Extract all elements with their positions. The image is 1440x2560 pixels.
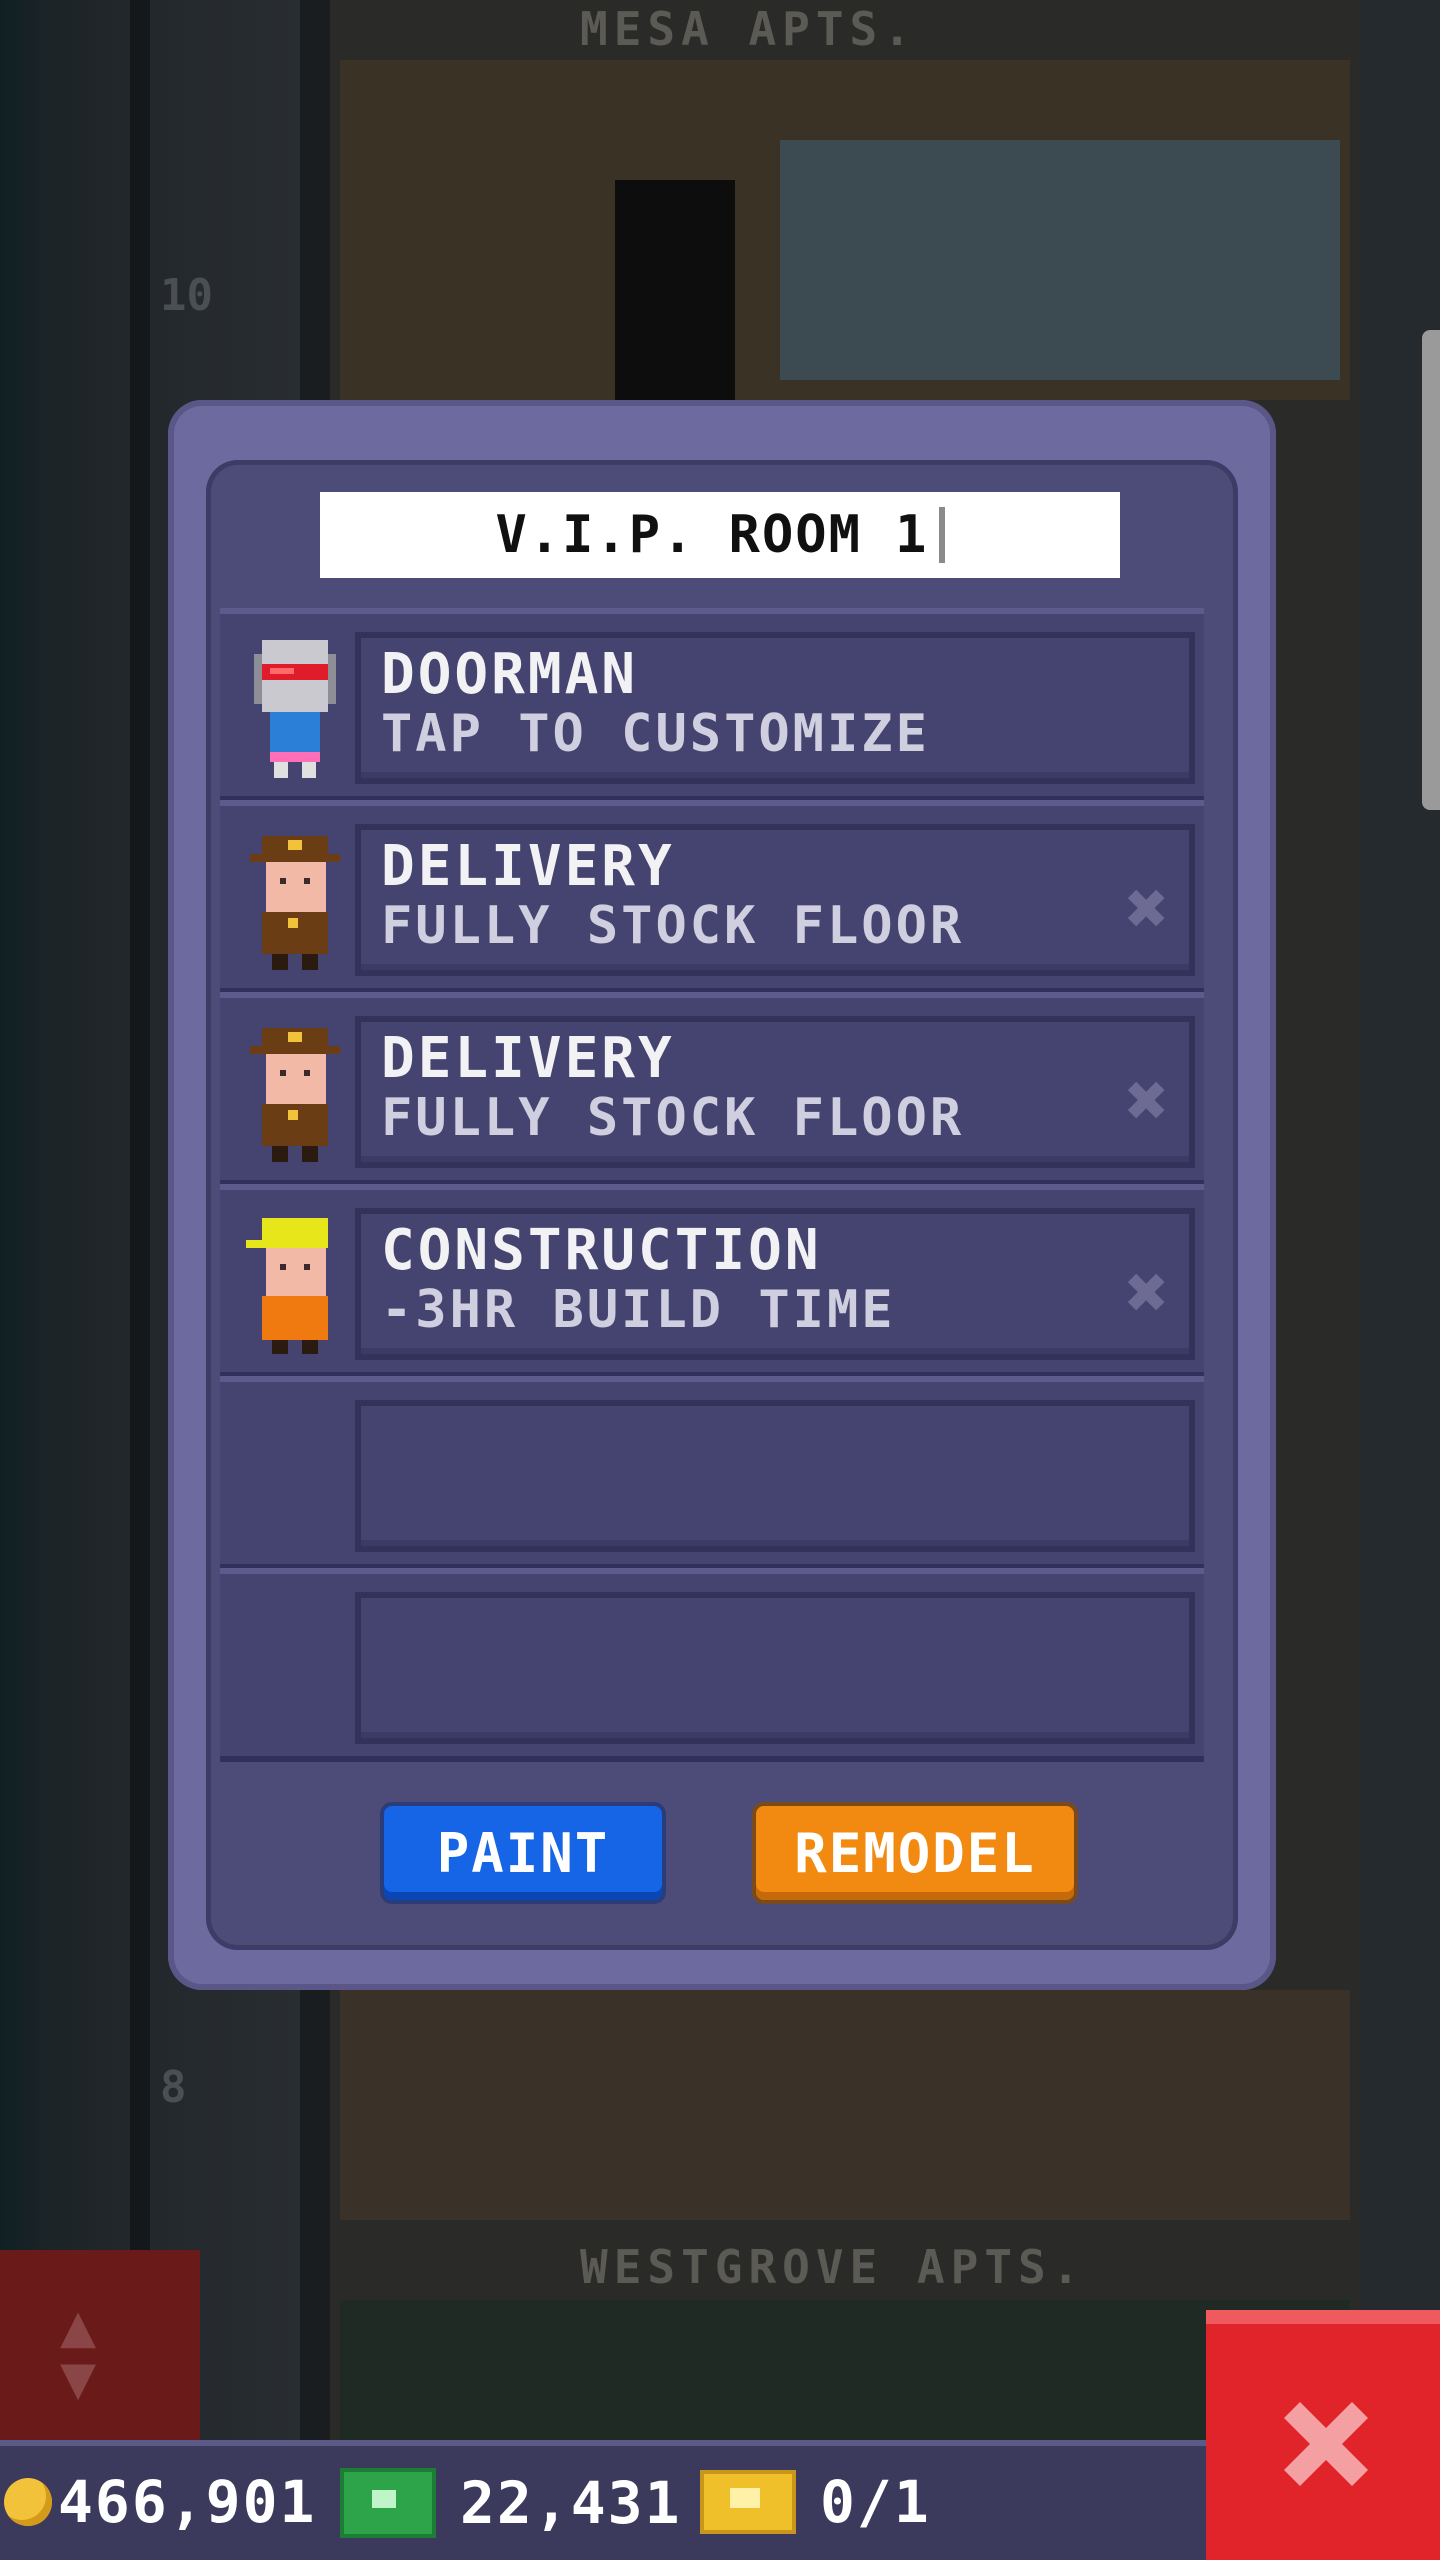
staff-effect: -3HR BUILD TIME — [381, 1280, 896, 1340]
delivery-person-icon — [250, 836, 340, 970]
staff-slot-delivery-1: DELIVERY FULLY STOCK FLOOR ✖ — [355, 824, 1195, 976]
remove-staff-icon[interactable]: ✖ — [1126, 1058, 1169, 1142]
staff-slot-doorman: DOORMAN TAP TO CUSTOMIZE — [355, 632, 1195, 784]
staff-role: DOORMAN — [381, 642, 639, 707]
staff-row-empty-1[interactable] — [220, 1376, 1204, 1570]
empty-staff-slot — [355, 1400, 1195, 1552]
staff-effect: FULLY STOCK FLOOR — [381, 1088, 965, 1148]
bux-display: 22,431 — [340, 2468, 682, 2538]
floor-number-top: 10 — [160, 270, 213, 321]
coins-display: 466,901 — [4, 2468, 316, 2536]
doorman-robot-icon — [254, 640, 336, 778]
bux-amount: 22,431 — [460, 2469, 682, 2537]
room-name-input[interactable]: V.I.P. ROOM 1 — [320, 492, 1120, 578]
floor-number-bottom: 8 — [160, 2062, 187, 2113]
staff-row-construction[interactable]: CONSTRUCTION -3HR BUILD TIME ✖ — [220, 1184, 1204, 1378]
remodel-button[interactable]: REMODEL — [756, 1806, 1074, 1900]
remove-staff-icon[interactable]: ✖ — [1126, 866, 1169, 950]
background-room-bottom — [340, 1990, 1350, 2220]
background-door — [615, 180, 735, 400]
vip-ticket-icon — [700, 2470, 796, 2534]
vip-count: 0/1 — [820, 2468, 931, 2536]
up-down-arrows-icon: ▲ ▼ — [60, 2291, 97, 2413]
staff-role: DELIVERY — [381, 1026, 675, 1091]
staff-effect: FULLY STOCK FLOOR — [381, 896, 965, 956]
staff-role: CONSTRUCTION — [381, 1218, 822, 1283]
construction-worker-icon — [246, 1218, 328, 1354]
floor-label-top: MESA APTS. — [580, 2, 917, 56]
paint-button[interactable]: PAINT — [384, 1806, 662, 1900]
close-icon — [1284, 2402, 1368, 2486]
empty-staff-slot — [355, 1592, 1195, 1744]
staff-role: DELIVERY — [381, 834, 675, 899]
vip-display: 0/1 — [700, 2468, 931, 2536]
text-caret — [938, 507, 945, 563]
staff-effect: TAP TO CUSTOMIZE — [381, 704, 930, 764]
staff-slot-construction: CONSTRUCTION -3HR BUILD TIME ✖ — [355, 1208, 1195, 1360]
staff-slot-delivery-2: DELIVERY FULLY STOCK FLOOR ✖ — [355, 1016, 1195, 1168]
elevator-shaft — [130, 0, 150, 2440]
close-button[interactable] — [1206, 2310, 1440, 2560]
delivery-person-icon — [250, 1028, 340, 1162]
elevator-button[interactable] — [0, 2250, 200, 2440]
bux-icon — [340, 2468, 436, 2538]
staff-row-doorman[interactable]: DOORMAN TAP TO CUSTOMIZE — [220, 608, 1204, 802]
background-window — [780, 140, 1340, 380]
background-room-lower — [340, 2300, 1350, 2440]
staff-row-empty-2[interactable] — [220, 1568, 1204, 1762]
coin-icon — [4, 2478, 52, 2526]
currency-bar: 466,901 22,431 0/1 — [0, 2440, 1206, 2560]
coins-amount: 466,901 — [58, 2468, 317, 2536]
side-drawer-handle[interactable] — [1422, 330, 1440, 810]
staff-row-delivery-2[interactable]: DELIVERY FULLY STOCK FLOOR ✖ — [220, 992, 1204, 1186]
staff-row-delivery-1[interactable]: DELIVERY FULLY STOCK FLOOR ✖ — [220, 800, 1204, 994]
room-name-text: V.I.P. ROOM 1 — [495, 505, 929, 565]
floor-label-bottom: WESTGROVE APTS. — [580, 2240, 1086, 2294]
remove-staff-icon[interactable]: ✖ — [1126, 1250, 1169, 1334]
